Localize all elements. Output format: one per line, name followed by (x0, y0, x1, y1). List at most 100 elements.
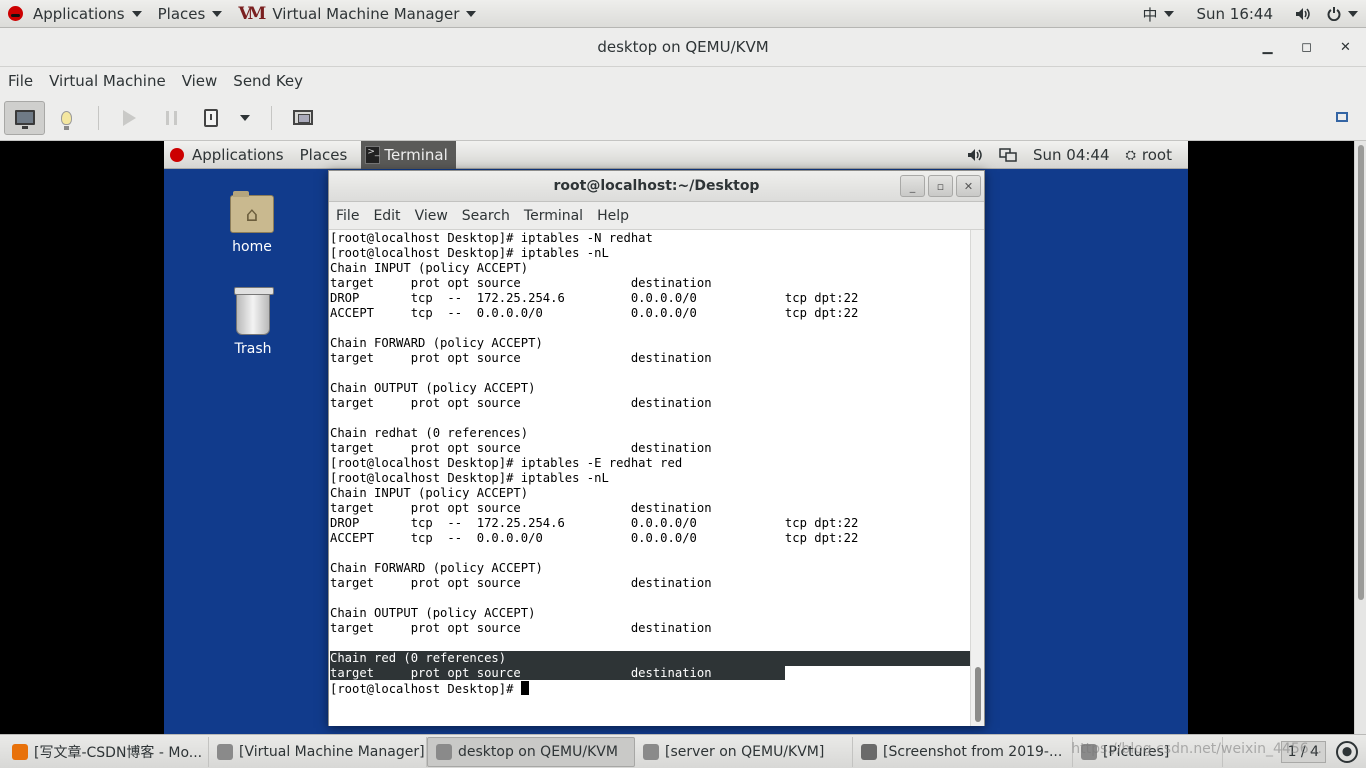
terminal-titlebar[interactable]: root@localhost:~/Desktop _ ▫ ✕ (329, 171, 984, 202)
terminal-maximize-button[interactable]: ▫ (928, 175, 953, 197)
redhat-logo-icon (170, 147, 184, 162)
guest-user-label: root (1141, 146, 1172, 164)
desktop-icon-trash[interactable]: Trash (213, 287, 293, 357)
desktop-icon-label: home (232, 239, 272, 255)
watermark-text: https://blog.csdn.net/weixin_4456... (1071, 741, 1322, 757)
guest-desktop[interactable]: Applications Places >_ Terminal Sun 04:4… (164, 141, 1188, 734)
lightbulb-icon (61, 110, 72, 130)
viewer-titlebar[interactable]: desktop on QEMU/KVM ▁ ◻ ✕ (0, 28, 1366, 67)
selection-highlight: Chain red (0 references) (330, 651, 970, 666)
trash-icon (234, 287, 274, 335)
menu-file[interactable]: File (0, 72, 41, 90)
terminal-line: target prot opt source destination (330, 441, 712, 455)
terminal-line: Chain INPUT (policy ACCEPT) (330, 261, 529, 275)
terminal-minimize-button[interactable]: _ (900, 175, 925, 197)
guest-clock[interactable]: Sun 04:44 (1025, 141, 1118, 169)
applications-menu[interactable]: Applications (0, 0, 150, 28)
menu-virtual-machine[interactable]: Virtual Machine (41, 72, 174, 90)
guest-volume-icon[interactable] (959, 141, 991, 169)
close-button[interactable]: ✕ (1337, 40, 1354, 55)
taskbar-item[interactable]: desktop on QEMU/KVM (427, 736, 635, 767)
menu-view[interactable]: View (174, 72, 226, 90)
terminal-scrollbar[interactable] (970, 230, 984, 726)
input-method-label: 中 (1142, 5, 1158, 24)
maximize-button[interactable]: ◻ (1298, 40, 1315, 55)
guest-user-menu[interactable]: ⛭ root (1118, 141, 1188, 169)
power-menu[interactable] (1319, 0, 1366, 28)
taskbar-item[interactable]: [server on QEMU/KVM] (635, 736, 853, 767)
guest-terminal-task[interactable]: >_ Terminal (361, 141, 456, 169)
active-app-label: Virtual Machine Manager (272, 4, 460, 23)
scrollbar-thumb[interactable] (1358, 145, 1364, 600)
virt-manager-icon: VM (238, 3, 266, 24)
terminal-menu-terminal[interactable]: Terminal (517, 208, 590, 224)
terminal-line: [root@localhost Desktop]# iptables -E re… (330, 456, 683, 470)
places-menu[interactable]: Places (150, 0, 231, 28)
terminal-menu-file[interactable]: File (329, 208, 366, 224)
terminal-output[interactable]: [root@localhost Desktop]# iptables -N re… (329, 230, 971, 726)
terminal-line: target prot opt source destination (330, 501, 712, 515)
taskbar-item-label: [写文章-CSDN博客 - Mo... (34, 744, 203, 761)
run-button[interactable] (109, 101, 150, 135)
terminal-title: root@localhost:~/Desktop (553, 178, 760, 194)
scrollbar-thumb[interactable] (975, 667, 981, 722)
play-icon (123, 109, 136, 126)
taskbar-item[interactable]: [Virtual Machine Manager] (209, 736, 427, 767)
chevron-down-icon (1348, 11, 1358, 17)
power-icon (204, 108, 218, 127)
terminal-line: target prot opt source destination (330, 396, 712, 410)
volume-icon[interactable] (1287, 0, 1319, 28)
terminal-icon: >_ (365, 145, 381, 164)
show-console-button[interactable] (4, 100, 45, 135)
workspace-icon[interactable]: ⬤ (1336, 741, 1358, 763)
shutdown-dropdown-button[interactable] (230, 101, 260, 135)
selection-highlight: target prot opt source destination (330, 666, 785, 680)
input-method-menu[interactable]: 中 (1134, 0, 1182, 28)
terminal-line: Chain redhat (0 references) (330, 426, 529, 440)
show-details-button[interactable] (46, 101, 87, 135)
shutdown-button[interactable] (193, 101, 229, 135)
clock[interactable]: Sun 16:44 (1182, 0, 1287, 28)
taskbar-item[interactable]: [写文章-CSDN博客 - Mo... (4, 736, 209, 767)
guest-places-label: Places (299, 145, 348, 164)
terminal-line: [root@localhost Desktop]# iptables -nL (330, 246, 609, 260)
terminal-line: DROP tcp -- 172.25.254.6 0.0.0.0/0 tcp d… (330, 291, 859, 305)
guest-network-icon[interactable] (991, 141, 1025, 169)
terminal-prompt: [root@localhost Desktop]# (330, 682, 521, 696)
menu-send-key[interactable]: Send Key (225, 72, 311, 90)
terminal-menu-search[interactable]: Search (455, 208, 517, 224)
fullscreen-button[interactable] (1330, 105, 1354, 129)
terminal-line-selected: target prot opt source destination (330, 666, 971, 681)
desktop-icon-label: Trash (234, 341, 272, 357)
terminal-text: [root@localhost Desktop]# iptables -N re… (329, 230, 971, 696)
terminal-window[interactable]: root@localhost:~/Desktop _ ▫ ✕ File Edit… (328, 170, 985, 726)
terminal-line: target prot opt source destination (330, 576, 712, 590)
terminal-menu-view[interactable]: View (408, 208, 455, 224)
chevron-down-icon (131, 10, 142, 17)
power-icon (1327, 7, 1341, 21)
terminal-menu-help[interactable]: Help (590, 208, 636, 224)
viewer-menubar: File Virtual Machine View Send Key (0, 67, 1366, 95)
toolbar-separator (98, 105, 99, 130)
snapshots-button[interactable] (282, 101, 323, 135)
clock-label: Sun 16:44 (1196, 5, 1273, 23)
desktop-icon-home[interactable]: home (212, 191, 292, 255)
guest-applications-menu[interactable]: Applications (164, 141, 292, 169)
taskbar-item[interactable]: [Screenshot from 2019-... (853, 736, 1073, 767)
fullscreen-icon (1336, 112, 1348, 122)
terminal-close-button[interactable]: ✕ (956, 175, 981, 197)
guest-clock-label: Sun 04:44 (1032, 146, 1110, 164)
pause-button[interactable] (151, 101, 192, 135)
terminal-menu-edit[interactable]: Edit (366, 208, 407, 224)
vm-scrollbar[interactable] (1354, 141, 1366, 734)
minimize-button[interactable]: ▁ (1259, 40, 1276, 55)
taskbar-item-label: [Virtual Machine Manager] (239, 743, 425, 760)
terminal-line: [root@localhost Desktop]# iptables -nL (330, 471, 609, 485)
terminal-line: target prot opt source destination (330, 351, 712, 365)
guest-places-menu[interactable]: Places (292, 141, 356, 169)
active-app-menu[interactable]: VM Virtual Machine Manager (230, 0, 484, 28)
